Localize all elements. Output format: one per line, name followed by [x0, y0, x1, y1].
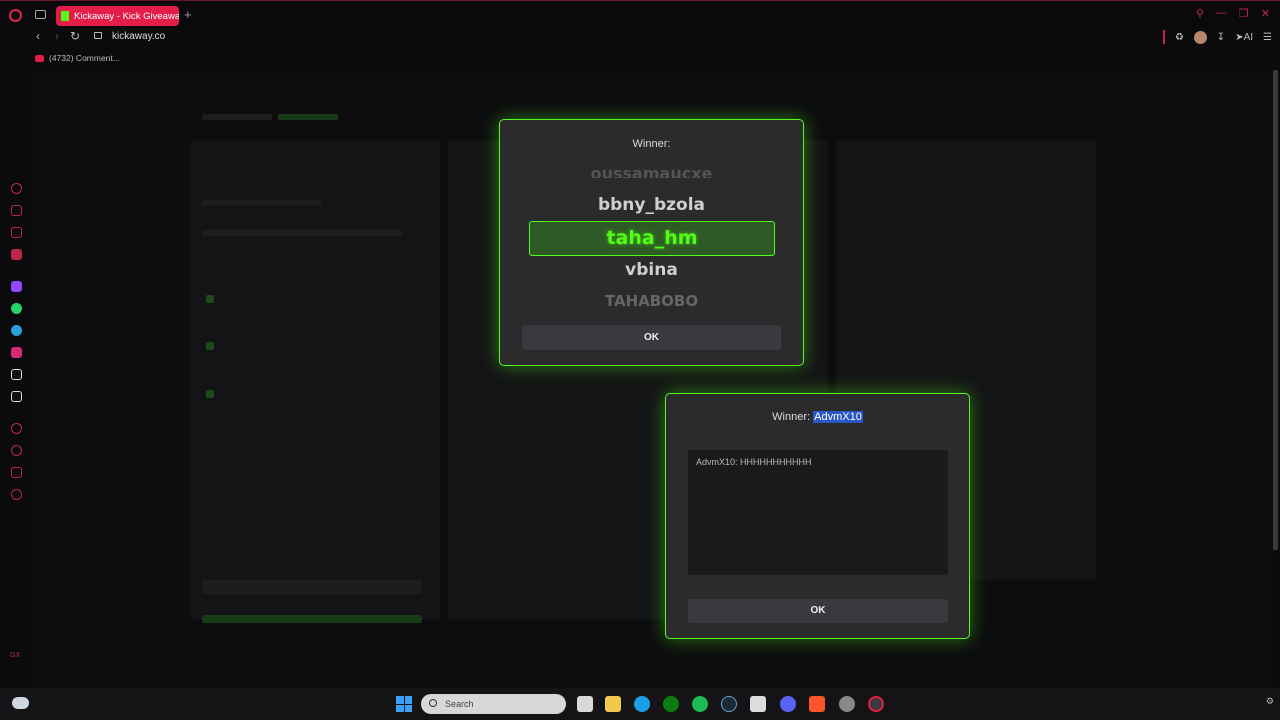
search-placeholder: Search: [445, 699, 474, 709]
minimize-icon[interactable]: —: [1216, 7, 1227, 20]
tab-kickaway[interactable]: Kickaway - Kick Giveaway: [56, 6, 179, 26]
sidebar: GX: [0, 70, 30, 688]
speed-dial-icon[interactable]: [11, 183, 22, 194]
file-explorer-icon[interactable]: [605, 696, 621, 712]
divider: [1162, 30, 1165, 44]
task-view-icon[interactable]: [577, 696, 593, 712]
winner-chat-modal: Winner: AdvmX10 AdvmX10: HHHHHHHHHHH OK: [665, 393, 970, 639]
winner-reel-title: Winner:: [632, 138, 671, 150]
winner-name-highlight[interactable]: AdvmX10: [813, 411, 863, 423]
aria-ai-button[interactable]: ➤AI: [1235, 32, 1253, 43]
steam-icon[interactable]: [721, 696, 737, 712]
weather-icon[interactable]: [12, 697, 29, 709]
pinboard-icon[interactable]: [11, 467, 22, 478]
opera-menu-icon[interactable]: [9, 9, 22, 22]
discord-icon[interactable]: [780, 696, 796, 712]
ai-label: AI: [1243, 31, 1254, 43]
forward-icon[interactable]: ›: [55, 29, 59, 43]
settings-panel: [190, 140, 440, 620]
back-icon[interactable]: ‹: [36, 29, 40, 43]
reel-item-below: vbina: [625, 260, 678, 280]
extensions-icon[interactable]: ♻: [1175, 32, 1184, 43]
telegram-icon[interactable]: [11, 325, 22, 336]
tiktok-icon[interactable]: [11, 369, 22, 380]
reel-item-faded-bottom: TAHABOBO: [604, 292, 699, 306]
new-tab-button[interactable]: +: [184, 7, 192, 22]
spotify-icon[interactable]: [692, 696, 708, 712]
winner-chat-ok-button[interactable]: OK: [688, 599, 948, 623]
gx-corner-icon[interactable]: [11, 227, 22, 238]
edge-icon[interactable]: [634, 696, 650, 712]
whatsapp-icon[interactable]: [11, 303, 22, 314]
restore-icon[interactable]: ❐: [1239, 7, 1249, 20]
settings-icon[interactable]: [11, 489, 22, 500]
opera-gx-taskbar-icon[interactable]: [868, 696, 884, 712]
windows-start-icon[interactable]: [396, 696, 412, 712]
tab-bar: Kickaway - Kick Giveaway + ⚲ — ❐ ✕: [0, 0, 1280, 28]
ghost-checkbox: [206, 295, 214, 303]
winner-reel-ok-button[interactable]: OK: [522, 325, 781, 350]
history-icon[interactable]: [11, 445, 22, 456]
winner-reel-modal: Winner: oussamaucxe bbny_bzola taha_hm v…: [499, 119, 804, 366]
winner-chat-box: AdvmX10: HHHHHHHHHHH: [688, 450, 948, 575]
kick-favicon-icon: [61, 11, 69, 21]
ghost-checkbox: [206, 342, 214, 350]
xbox-icon[interactable]: [663, 696, 679, 712]
x-twitter-icon[interactable]: [11, 391, 22, 402]
gx-label: GX: [10, 652, 21, 659]
download-icon[interactable]: ↧: [1217, 32, 1225, 43]
ghost-line: [278, 114, 338, 120]
ghost-line: [202, 615, 422, 623]
youtube-icon: [35, 55, 44, 62]
url-field[interactable]: kickaway.co: [112, 31, 165, 42]
ghost-line: [202, 200, 322, 206]
reload-icon[interactable]: ↻: [70, 29, 80, 43]
ghost-checkbox: [206, 390, 214, 398]
chrome-icon[interactable]: [839, 696, 855, 712]
bookmarks-bar: (4732) Comment...: [0, 50, 1280, 68]
address-bar: ‹ › ↻ kickaway.co ♻ ↧ ➤AI ☰: [0, 28, 1280, 46]
tab-title: Kickaway - Kick Giveaway: [74, 10, 179, 22]
gx-control-icon[interactable]: [11, 205, 22, 216]
bookmark-item[interactable]: (4732) Comment...: [49, 53, 120, 63]
reel-item-faded-top: oussamaucxe: [590, 164, 713, 178]
lock-icon: [94, 32, 102, 39]
winner-prefix: Winner:: [772, 411, 811, 423]
selected-winner-name: taha_hm: [606, 227, 698, 249]
twitch-icon[interactable]: [11, 281, 22, 292]
window-controls: ⚲ — ❐ ✕: [1196, 7, 1270, 20]
ghost-line: [202, 114, 272, 120]
avatar[interactable]: [1193, 30, 1207, 44]
player-icon[interactable]: [11, 423, 22, 434]
ghost-line: [202, 230, 402, 236]
reel-selected-winner: taha_hm: [529, 221, 775, 256]
toolbar-right: ♻ ↧ ➤AI ☰: [1162, 30, 1272, 44]
taskbar: Search ⚙: [0, 688, 1280, 720]
winner-chat-title: Winner: AdvmX10: [666, 411, 969, 423]
page-scrollbar[interactable]: [1273, 70, 1278, 550]
chat-message: AdvmX10: HHHHHHHHHHH: [696, 457, 812, 467]
search-tabs-icon[interactable]: ⚲: [1196, 7, 1204, 20]
close-icon[interactable]: ✕: [1261, 7, 1270, 20]
instagram-icon[interactable]: [11, 347, 22, 358]
reel-item-above: bbny_bzola: [597, 195, 706, 215]
mail-icon[interactable]: [750, 696, 766, 712]
search-icon: [429, 699, 437, 707]
news-icon[interactable]: [11, 249, 22, 260]
workspaces-icon[interactable]: [35, 10, 46, 19]
taskbar-search[interactable]: Search: [421, 694, 566, 714]
tray-icons[interactable]: ⚙: [1266, 696, 1274, 707]
ghost-button: [202, 580, 422, 594]
brave-icon[interactable]: [809, 696, 825, 712]
menu-icon[interactable]: ☰: [1263, 32, 1272, 43]
